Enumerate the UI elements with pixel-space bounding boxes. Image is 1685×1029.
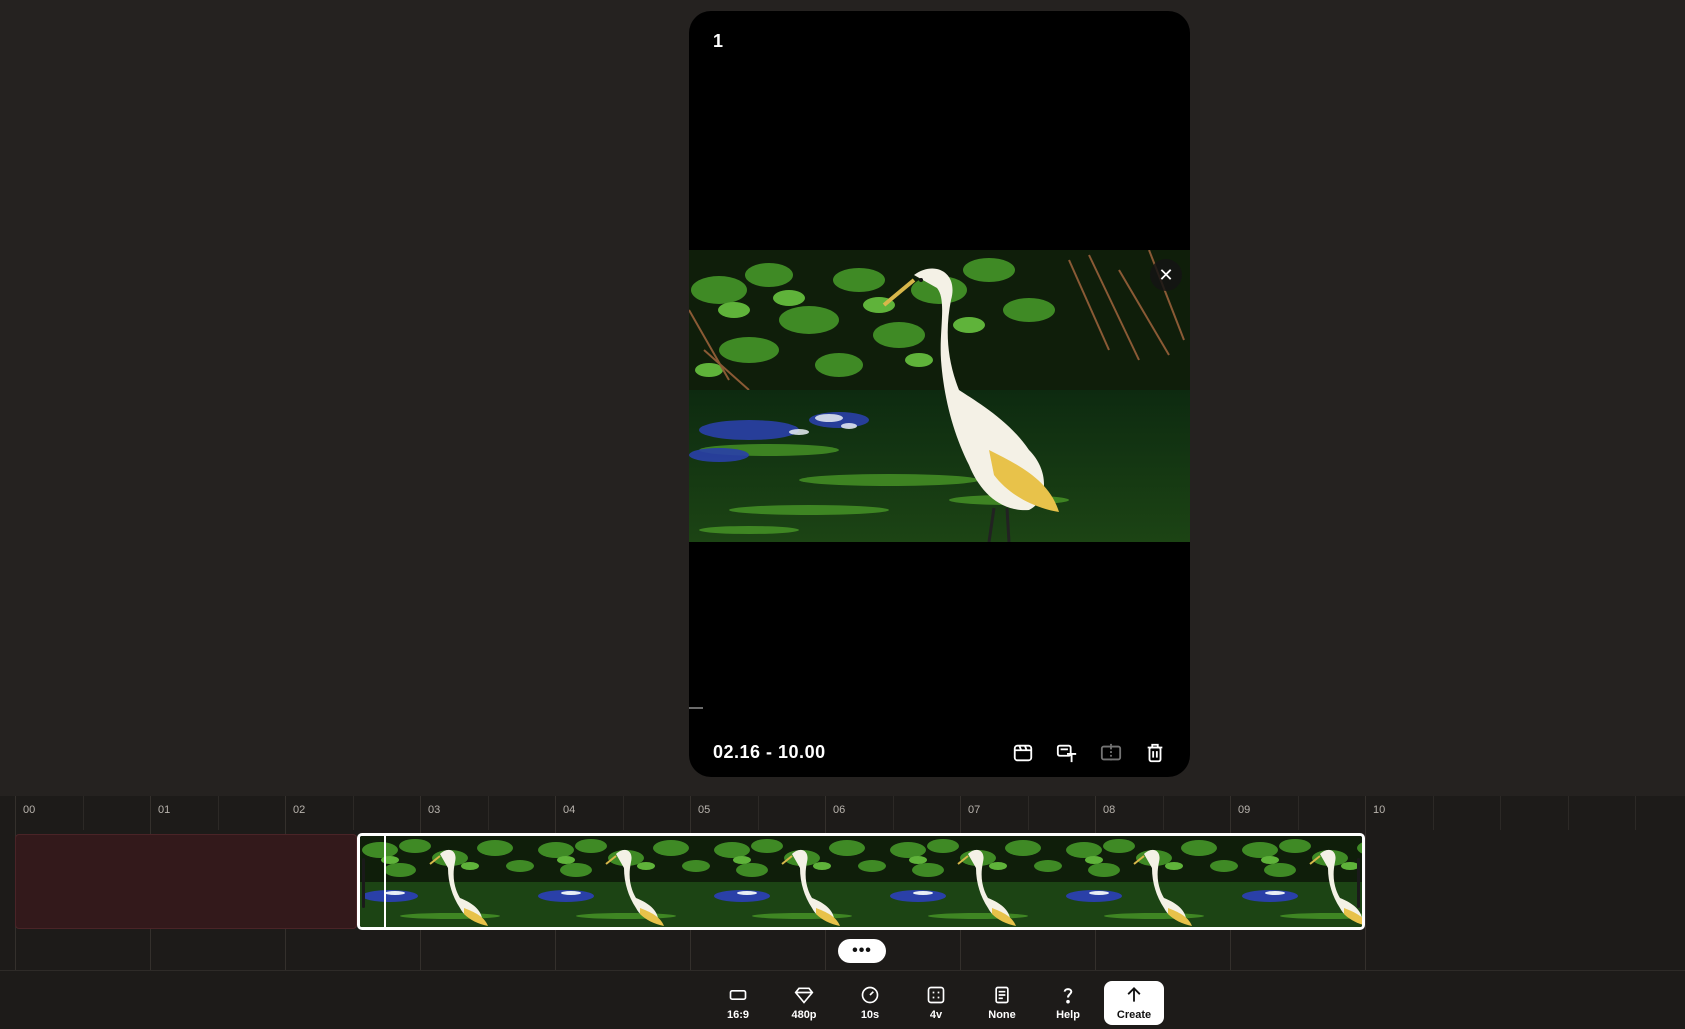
more-options-button[interactable]: •••: [838, 939, 886, 963]
video-preview-card: 1 ✕ 02.16 - 10.00: [689, 11, 1190, 777]
gridline: [1298, 796, 1299, 830]
tool-label: None: [988, 1009, 1016, 1021]
gridline: [1500, 796, 1501, 830]
tool-label: Help: [1056, 1009, 1080, 1021]
timeline[interactable]: 00 01 02 03 04 05 06 07 08 09 10 •••: [0, 796, 1685, 970]
variations-icon: [927, 986, 945, 1004]
tool-items: 16:9 480p 10s 4v None Help Create: [708, 981, 1164, 1025]
duration-button[interactable]: 10s: [840, 981, 900, 1025]
tick-label: 02: [293, 804, 306, 816]
gridline: [1365, 796, 1366, 970]
trim-handle-left[interactable]: [362, 858, 365, 908]
tick-label: 04: [563, 804, 576, 816]
preset-button[interactable]: None: [972, 981, 1032, 1025]
tick-label: 08: [1103, 804, 1116, 816]
gridline: [623, 796, 624, 830]
preset-icon: [995, 986, 1009, 1004]
gridline: [1163, 796, 1164, 830]
gridline: [1028, 796, 1029, 830]
close-button[interactable]: ✕: [1150, 259, 1182, 291]
egret-image: [689, 250, 1190, 542]
text-overlay-icon[interactable]: [1054, 740, 1080, 766]
variations-button[interactable]: 4v: [906, 981, 966, 1025]
tick-label: 09: [1238, 804, 1251, 816]
create-button[interactable]: Create: [1104, 981, 1164, 1025]
tick-label: 06: [833, 804, 846, 816]
tool-label: 10s: [860, 1009, 880, 1021]
arrow-up-icon: [1127, 987, 1141, 1002]
create-label: Create: [1116, 1009, 1152, 1021]
tick-label: 07: [968, 804, 981, 816]
gridline: [488, 796, 489, 830]
diamond-icon: [794, 987, 814, 1004]
time-range: 02.16 - 10.00: [713, 742, 826, 762]
duration-icon: [861, 986, 879, 1004]
tick-label: 01: [158, 804, 171, 816]
progress-indicator: [689, 707, 703, 709]
trash-icon[interactable]: [1142, 740, 1168, 766]
gridline: [1433, 796, 1434, 830]
gridline: [758, 796, 759, 830]
playhead[interactable]: [384, 833, 386, 930]
tool-label: 480p: [791, 1009, 817, 1021]
aspect-ratio-button[interactable]: 16:9: [708, 981, 768, 1025]
split-icon[interactable]: [1098, 740, 1124, 766]
tick-label: 10: [1373, 804, 1386, 816]
empty-region: [15, 834, 357, 929]
gridline: [893, 796, 894, 830]
trim-handle-right[interactable]: [1357, 858, 1360, 908]
tick-label: 00: [23, 804, 36, 816]
tool-label: 16:9: [726, 1009, 750, 1021]
clip-icon[interactable]: [1010, 740, 1036, 766]
card-actions: [1010, 740, 1168, 766]
gridline: [1568, 796, 1569, 830]
tool-label: 4v: [929, 1009, 943, 1021]
video-frame[interactable]: [689, 250, 1190, 542]
clip-thumbnails: [360, 836, 1362, 927]
tick-label: 03: [428, 804, 441, 816]
resolution-button[interactable]: 480p: [774, 981, 834, 1025]
gridline: [83, 796, 84, 830]
gridline: [353, 796, 354, 830]
help-button[interactable]: Help: [1038, 981, 1098, 1025]
tick-label: 05: [698, 804, 711, 816]
help-icon: [1063, 988, 1073, 1004]
bottom-toolbar: 16:9 480p 10s 4v None Help Create: [0, 970, 1685, 1029]
gridline: [1635, 796, 1636, 830]
gridline: [218, 796, 219, 830]
clip-strip[interactable]: [357, 833, 1365, 930]
clip-index: 1: [713, 31, 724, 51]
aspect-ratio-icon: [729, 990, 747, 1000]
